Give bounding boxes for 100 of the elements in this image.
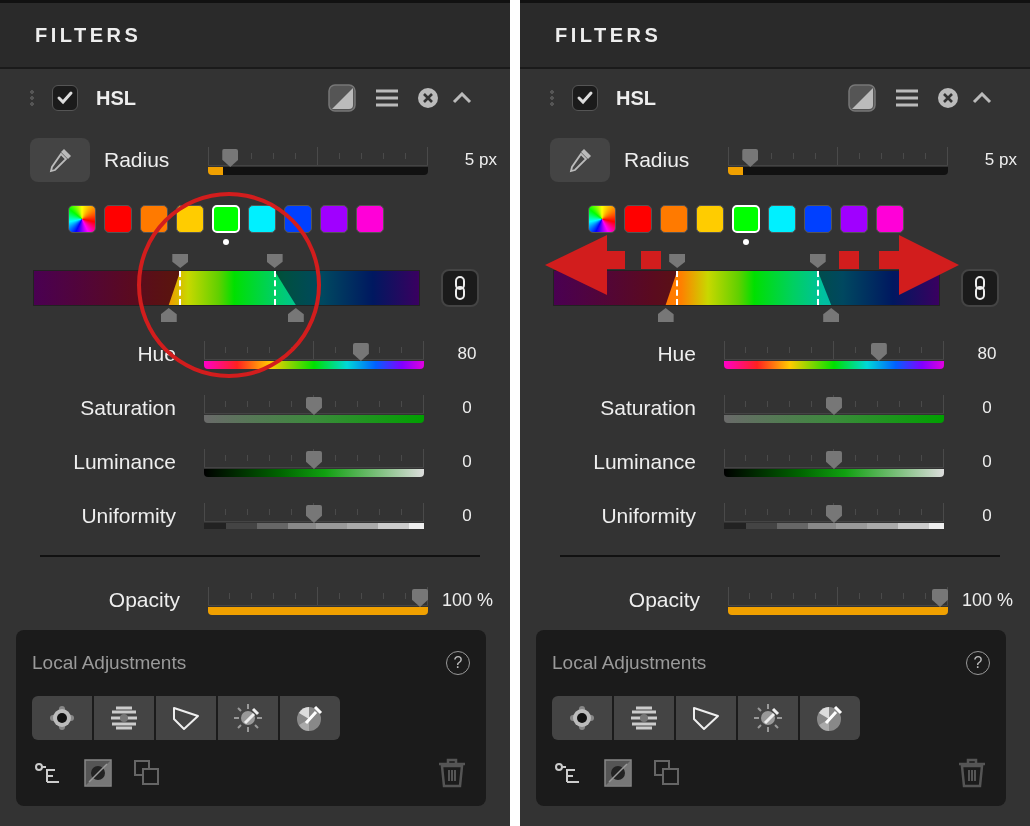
color-swatch[interactable] xyxy=(660,205,688,233)
range-handle[interactable] xyxy=(266,254,283,268)
selected-dot xyxy=(743,239,749,245)
menu-icon[interactable] xyxy=(896,89,918,107)
color-swatch[interactable] xyxy=(840,205,868,233)
tool-button[interactable] xyxy=(614,696,674,740)
compare-icon[interactable] xyxy=(328,84,356,112)
color-swatch[interactable] xyxy=(320,205,348,233)
range-handle[interactable] xyxy=(287,308,304,322)
slider-thumb[interactable] xyxy=(305,505,322,523)
slider-value: 0 xyxy=(461,398,473,418)
slider-thumb[interactable] xyxy=(742,149,759,167)
section-title: FILTERS xyxy=(555,23,662,47)
slider-thumb[interactable] xyxy=(825,451,842,469)
duplicate-icon[interactable] xyxy=(654,760,680,786)
color-swatch[interactable] xyxy=(176,205,204,233)
link-icon xyxy=(973,276,987,300)
graduated-filter-icon xyxy=(110,706,138,730)
compare-icon[interactable] xyxy=(848,84,876,112)
tool-button[interactable] xyxy=(280,696,340,740)
slider-label: Uniformity xyxy=(81,504,176,528)
card-title: Local Adjustments xyxy=(552,652,707,674)
close-icon[interactable] xyxy=(938,88,958,108)
drag-handle-icon[interactable] xyxy=(30,89,34,107)
slider-thumb[interactable] xyxy=(305,451,322,469)
tool-button[interactable] xyxy=(32,696,92,740)
tool-button[interactable] xyxy=(738,696,798,740)
slider-thumb[interactable] xyxy=(222,149,239,167)
color-swatch[interactable] xyxy=(624,205,652,233)
color-swatch[interactable] xyxy=(876,205,904,233)
mask-icon[interactable] xyxy=(84,759,112,787)
color-swatch[interactable] xyxy=(588,205,616,233)
range-handle[interactable] xyxy=(823,308,840,322)
filter-name: HSL xyxy=(616,86,657,110)
slider-value: 5 px xyxy=(464,150,497,170)
slider[interactable] xyxy=(723,393,944,423)
color-swatch[interactable] xyxy=(68,205,96,233)
color-swatch[interactable] xyxy=(804,205,832,233)
chevron-up-icon[interactable] xyxy=(452,92,472,104)
slider-thumb[interactable] xyxy=(870,343,887,361)
range-handle[interactable] xyxy=(669,254,686,268)
mask-icon[interactable] xyxy=(604,759,632,787)
slider[interactable] xyxy=(723,501,944,531)
slider-thumb[interactable] xyxy=(352,343,369,361)
tool-button[interactable] xyxy=(800,696,860,740)
slider-thumb[interactable] xyxy=(932,589,948,607)
link-button[interactable] xyxy=(441,269,479,307)
slider-value: 0 xyxy=(981,452,993,472)
eyedropper-button[interactable] xyxy=(30,138,90,182)
color-swatch[interactable] xyxy=(356,205,384,233)
slider[interactable] xyxy=(723,339,944,369)
tool-button[interactable] xyxy=(676,696,736,740)
close-icon[interactable] xyxy=(418,88,438,108)
eyedropper-button[interactable] xyxy=(550,138,610,182)
menu-icon[interactable] xyxy=(376,89,398,107)
slider[interactable] xyxy=(728,145,948,175)
drag-handle-icon[interactable] xyxy=(550,89,554,107)
slider-thumb[interactable] xyxy=(412,589,428,607)
tool-button[interactable] xyxy=(156,696,216,740)
checkbox[interactable] xyxy=(52,85,78,111)
control-point-icon xyxy=(569,705,595,731)
polygon-icon xyxy=(692,705,720,731)
color-swatch[interactable] xyxy=(104,205,132,233)
color-swatch[interactable] xyxy=(140,205,168,233)
slider[interactable] xyxy=(208,585,428,615)
slider-label: Luminance xyxy=(593,450,696,474)
color-swatch[interactable] xyxy=(284,205,312,233)
slider[interactable] xyxy=(208,145,428,175)
slider-label: Opacity xyxy=(627,588,700,612)
link-button[interactable] xyxy=(961,269,999,307)
tool-button[interactable] xyxy=(552,696,612,740)
slider[interactable] xyxy=(203,339,424,369)
tool-button[interactable] xyxy=(218,696,278,740)
card-title: Local Adjustments xyxy=(32,652,187,674)
slider-label: Saturation xyxy=(600,396,696,420)
range-handle[interactable] xyxy=(172,254,189,268)
chevron-up-icon[interactable] xyxy=(972,92,992,104)
brightness-picker-icon xyxy=(753,703,783,733)
color-swatch[interactable] xyxy=(768,205,796,233)
range-handle[interactable] xyxy=(160,308,177,322)
slider-value: 0 xyxy=(461,506,473,526)
slider-label: Uniformity xyxy=(601,504,696,528)
slider-value: 100 % xyxy=(962,589,1014,611)
keyframe-list-icon[interactable] xyxy=(554,762,582,784)
color-swatch[interactable] xyxy=(248,205,276,233)
checkbox[interactable] xyxy=(572,85,598,111)
slider[interactable] xyxy=(203,447,424,477)
range-handle[interactable] xyxy=(809,254,826,268)
slider-thumb[interactable] xyxy=(825,505,842,523)
tool-button[interactable] xyxy=(94,696,154,740)
color-swatch[interactable] xyxy=(696,205,724,233)
slider[interactable] xyxy=(723,447,944,477)
slider[interactable] xyxy=(203,393,424,423)
slider[interactable] xyxy=(728,585,948,615)
slider[interactable] xyxy=(203,501,424,531)
range-handle[interactable] xyxy=(657,308,674,322)
duplicate-icon[interactable] xyxy=(134,760,160,786)
slider-thumb[interactable] xyxy=(305,397,322,415)
keyframe-list-icon[interactable] xyxy=(34,762,62,784)
slider-thumb[interactable] xyxy=(825,397,842,415)
